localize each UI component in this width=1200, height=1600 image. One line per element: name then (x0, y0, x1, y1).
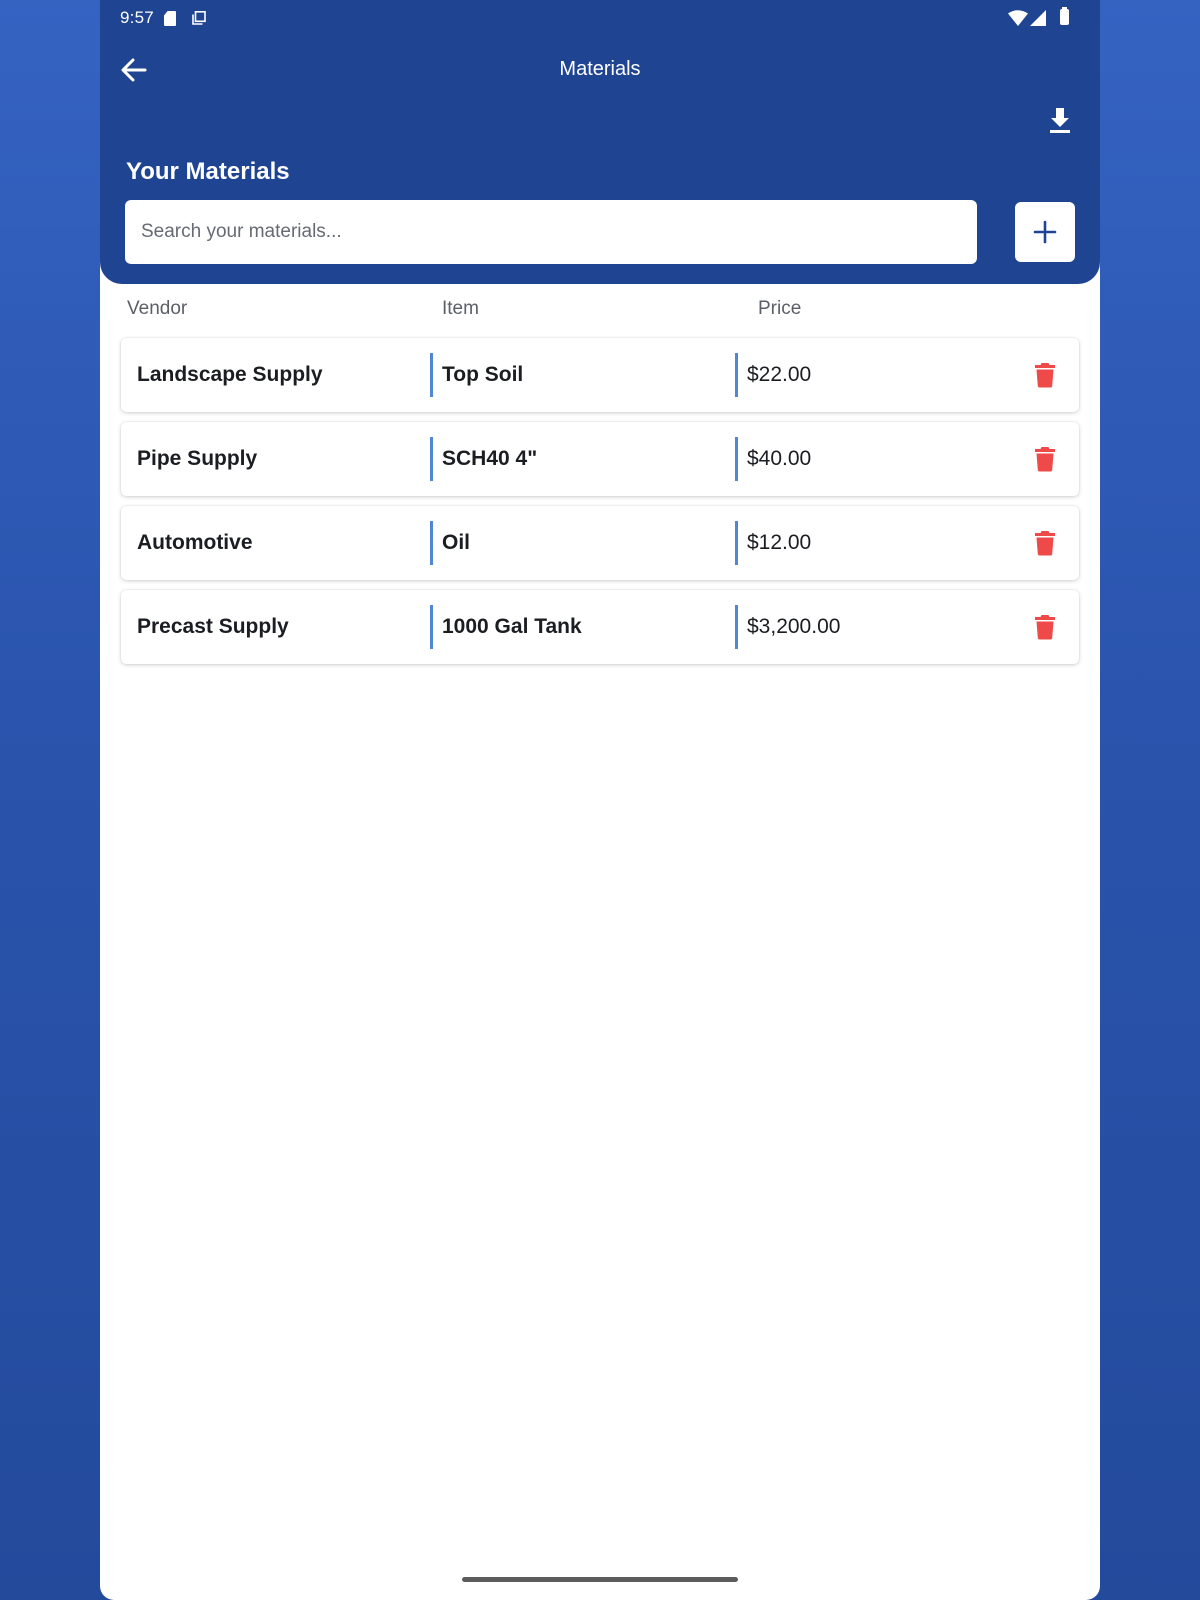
material-vendor: Precast Supply (137, 615, 289, 638)
material-row[interactable]: Precast Supply 1000 Gal Tank $3,200.00 (121, 590, 1079, 664)
add-material-button[interactable] (1015, 202, 1075, 262)
trash-icon[interactable] (1034, 446, 1056, 472)
column-divider (735, 353, 738, 397)
home-indicator[interactable] (462, 1577, 738, 1582)
battery-icon (1060, 7, 1069, 25)
material-row[interactable]: Pipe Supply SCH40 4" $40.00 (121, 422, 1079, 496)
material-price: $22.00 (747, 363, 812, 386)
trash-icon[interactable] (1034, 614, 1056, 640)
column-divider (735, 437, 738, 481)
material-vendor: Automotive (137, 531, 253, 554)
column-divider (735, 605, 738, 649)
app-header: 9:57 Materials Your Materials (100, 0, 1100, 284)
trash-icon[interactable] (1034, 362, 1056, 388)
material-item: 1000 Gal Tank (442, 615, 582, 638)
materials-list: Landscape Supply Top Soil $22.00 Pipe Su… (121, 338, 1079, 674)
status-bar: 9:57 (100, 0, 1100, 38)
trash-icon[interactable] (1034, 530, 1056, 556)
column-header-vendor: Vendor (127, 298, 188, 319)
column-headers: Vendor Item Price (100, 298, 1100, 324)
column-divider (430, 521, 433, 565)
column-divider (430, 605, 433, 649)
column-header-price: Price (758, 298, 802, 319)
material-row[interactable]: Automotive Oil $12.00 (121, 506, 1079, 580)
column-divider (430, 437, 433, 481)
column-divider (735, 521, 738, 565)
app-screen: 9:57 Materials Your Materials Search you… (100, 0, 1100, 1600)
page-title: Materials (559, 58, 641, 80)
material-row[interactable]: Landscape Supply Top Soil $22.00 (121, 338, 1079, 412)
column-header-item: Item (442, 298, 479, 319)
material-vendor: Landscape Supply (137, 363, 323, 386)
material-item: SCH40 4" (442, 447, 538, 470)
plus-icon (1033, 220, 1057, 244)
material-price: $12.00 (747, 531, 812, 554)
material-vendor: Pipe Supply (137, 447, 258, 470)
wifi-icon (1008, 10, 1028, 26)
column-divider (430, 353, 433, 397)
section-title: Your Materials (126, 158, 290, 185)
material-item: Oil (442, 531, 471, 554)
material-price: $3,200.00 (747, 615, 841, 638)
material-price: $40.00 (747, 447, 812, 470)
status-time: 9:57 (120, 8, 154, 27)
sd-card-icon (164, 11, 176, 26)
material-item: Top Soil (442, 363, 524, 386)
search-input[interactable] (125, 200, 977, 264)
screenshot-icon (192, 11, 206, 25)
cell-signal-icon (1030, 10, 1046, 26)
download-icon[interactable] (1044, 104, 1076, 136)
